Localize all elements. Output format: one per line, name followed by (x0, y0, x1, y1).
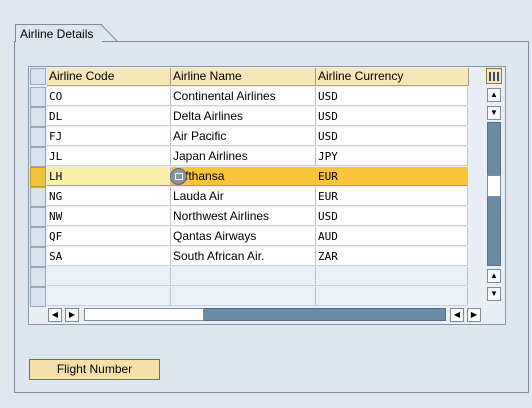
arrow-down-icon[interactable]: ▼ (487, 106, 501, 120)
cell-airline-code[interactable]: CO (47, 87, 171, 106)
cell-airline-name[interactable] (171, 287, 316, 306)
cell-airline-currency[interactable]: JPY (316, 147, 468, 166)
vertical-scrollbar[interactable]: ▲ ▼ ▲ ▼ (486, 88, 502, 301)
cell-airline-currency[interactable]: EUR (316, 187, 468, 206)
cell-airline-currency[interactable]: AUD (316, 227, 468, 246)
table-row[interactable]: LH fthansa EUR (47, 167, 468, 186)
cell-airline-name[interactable]: Air Pacific (171, 127, 316, 146)
vertical-scroll-thumb[interactable] (487, 175, 501, 197)
table-settings-icon-bar (493, 72, 495, 81)
group-title: Airline Details (20, 27, 94, 41)
table-settings-icon (489, 72, 491, 81)
row-selector[interactable] (30, 267, 46, 287)
row-selector[interactable] (30, 207, 46, 227)
row-selector[interactable] (30, 87, 46, 107)
cell-airline-currency[interactable]: USD (316, 107, 468, 126)
table-row-empty[interactable] (47, 267, 468, 286)
row-selector[interactable] (30, 107, 46, 127)
table-row[interactable]: FJ Air Pacific USD (47, 127, 468, 146)
cell-airline-code[interactable]: FJ (47, 127, 171, 146)
arrow-up-icon[interactable]: ▲ (487, 269, 501, 283)
row-selector[interactable] (30, 187, 46, 207)
row-selector[interactable] (30, 247, 46, 267)
cell-airline-code[interactable]: JL (47, 147, 171, 166)
arrow-right-icon[interactable]: ▶ (467, 308, 481, 322)
cell-airline-code[interactable]: LH (47, 167, 171, 186)
horizontal-scroll-thumb[interactable] (84, 308, 204, 321)
cell-airline-currency[interactable]: USD (316, 127, 468, 146)
row-selector[interactable] (30, 147, 46, 167)
table-row[interactable]: CO Continental Airlines USD (47, 87, 468, 106)
table-settings-button[interactable] (486, 68, 502, 84)
group-title-tab: Airline Details (15, 24, 102, 42)
cell-airline-code[interactable] (47, 267, 171, 286)
cell-airline-name[interactable] (171, 267, 316, 286)
cell-airline-code[interactable]: SA (47, 247, 171, 266)
cell-airline-name[interactable]: Lauda Air (171, 187, 316, 206)
row-selector[interactable] (30, 127, 46, 147)
cell-airline-currency[interactable] (316, 267, 468, 286)
cell-airline-code[interactable]: NG (47, 187, 171, 206)
value-help-icon[interactable] (170, 168, 187, 185)
arrow-left-icon[interactable]: ◀ (48, 308, 62, 322)
select-all-button[interactable] (30, 68, 46, 85)
column-header-airline-code[interactable]: Airline Code (47, 68, 171, 86)
table-row[interactable]: NW Northwest Airlines USD (47, 207, 468, 226)
arrow-left-icon[interactable]: ◀ (450, 308, 464, 322)
cell-airline-name[interactable]: fthansa (171, 167, 316, 186)
cell-airline-currency[interactable]: USD (316, 207, 468, 226)
row-selector[interactable] (30, 167, 46, 187)
cell-airline-code[interactable] (47, 287, 171, 306)
cell-airline-name[interactable]: Japan Airlines (171, 147, 316, 166)
cell-airline-currency[interactable] (316, 287, 468, 306)
column-header-airline-currency[interactable]: Airline Currency (316, 68, 469, 86)
table-row[interactable]: DL Delta Airlines USD (47, 107, 468, 126)
arrow-right-icon[interactable]: ▶ (65, 308, 79, 322)
cell-airline-name[interactable]: Delta Airlines (171, 107, 316, 126)
cell-airline-name[interactable]: Qantas Airways (171, 227, 316, 246)
table-row[interactable]: QF Qantas Airways AUD (47, 227, 468, 246)
cell-airline-code[interactable]: DL (47, 107, 171, 126)
row-selector[interactable] (30, 287, 46, 307)
cell-airline-currency[interactable]: ZAR (316, 247, 468, 266)
cell-airline-name[interactable]: Continental Airlines (171, 87, 316, 106)
group-tab-corner (100, 24, 118, 42)
table-settings-icon-bar (497, 72, 499, 81)
cell-airline-currency[interactable]: USD (316, 87, 468, 106)
cell-airline-currency[interactable]: EUR (316, 167, 468, 186)
arrow-up-icon[interactable]: ▲ (487, 88, 501, 102)
table-row[interactable]: NG Lauda Air EUR (47, 187, 468, 206)
table-row[interactable]: SA South African Air. ZAR (47, 247, 468, 266)
column-header-airline-name[interactable]: Airline Name (171, 68, 316, 86)
cell-airline-name[interactable]: Northwest Airlines (171, 207, 316, 226)
cell-airline-code[interactable]: QF (47, 227, 171, 246)
table-row[interactable]: JL Japan Airlines JPY (47, 147, 468, 166)
row-selector[interactable] (30, 227, 46, 247)
cell-airline-code[interactable]: NW (47, 207, 171, 226)
arrow-down-icon[interactable]: ▼ (487, 287, 501, 301)
flight-number-button[interactable]: Flight Number (29, 359, 160, 380)
table-row-empty[interactable] (47, 287, 468, 306)
horizontal-scrollbar[interactable]: ◀ ▶ ◀ ▶ (48, 307, 486, 323)
cell-airline-name[interactable]: South African Air. (171, 247, 316, 266)
